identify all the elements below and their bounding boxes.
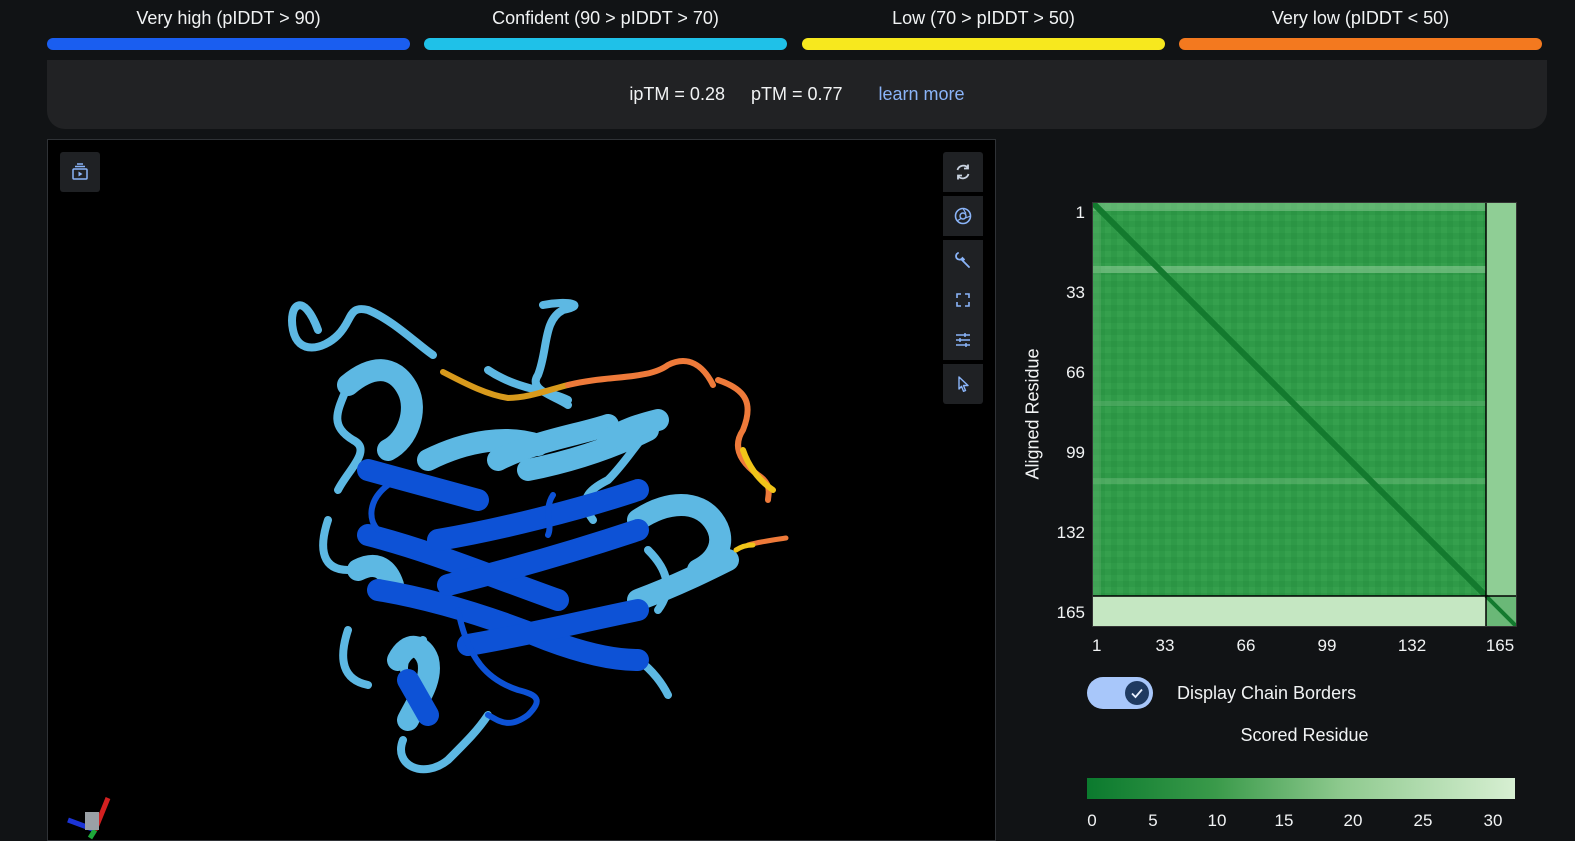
score-banner: ipTM = 0.28 pTM = 0.77 learn more [47, 60, 1547, 129]
pae-colorbar [1087, 778, 1515, 799]
legend-very-high: Very high (pIDDT > 90) [47, 0, 410, 50]
settings-wrench-button[interactable] [943, 240, 983, 280]
pae-heatmap[interactable] [1092, 202, 1517, 627]
screenshot-icon [954, 207, 972, 225]
y-tick: 165 [1056, 603, 1085, 622]
colorbar-tick: 30 [1483, 811, 1503, 830]
legend-label: Low (70 > pIDDT > 50) [892, 8, 1075, 28]
x-tick: 132 [1397, 636, 1427, 655]
ptm-score: pTM = 0.77 [750, 84, 843, 104]
controls-icon [956, 333, 970, 347]
reset-rotation-icon [956, 164, 970, 180]
colorbar-tick: 5 [1148, 811, 1158, 830]
y-tick: 33 [1066, 283, 1085, 302]
protein-structure[interactable] [48, 140, 996, 841]
wrench-icon [955, 252, 970, 268]
y-tick: 132 [1056, 523, 1085, 542]
chain-borders-row: Display Chain Borders [1087, 677, 1356, 709]
screenshot-button[interactable] [943, 196, 983, 236]
colorbar-tick: 15 [1274, 811, 1294, 830]
controls-button[interactable] [943, 320, 983, 360]
y-tick: 1 [1075, 203, 1085, 222]
sequence-play-icon [72, 163, 88, 180]
y-tick: 66 [1066, 363, 1085, 382]
learn-more-link[interactable]: learn more [879, 84, 965, 105]
checkmark-icon [1131, 688, 1143, 699]
legend-color-bar [424, 38, 787, 50]
legend-label: Very high (pIDDT > 90) [136, 8, 321, 28]
x-tick: 165 [1485, 636, 1515, 655]
pae-panel: Aligned Residue 1 33 66 99 132 165 1 33 … [1005, 139, 1575, 841]
fullscreen-icon [956, 293, 970, 307]
structure-viewer[interactable] [47, 139, 996, 841]
colorbar-tick: 20 [1343, 811, 1363, 830]
legend-very-low: Very low (pIDDT < 50) [1179, 0, 1542, 50]
x-tick: 99 [1317, 636, 1337, 655]
legend-label: Very low (pIDDT < 50) [1271, 8, 1450, 28]
x-tick: 33 [1155, 636, 1175, 655]
orientation-axes-icon [67, 797, 111, 840]
chain-borders-toggle[interactable] [1087, 677, 1153, 709]
sequence-play-button[interactable] [60, 152, 100, 192]
legend-confident: Confident (90 > pIDDT > 70) [424, 0, 787, 50]
toggle-knob [1125, 681, 1149, 705]
x-axis-label: Scored Residue [1240, 725, 1369, 745]
cursor-icon [958, 376, 969, 392]
x-tick: 66 [1236, 636, 1256, 655]
plddt-legend: Very high (pIDDT > 90) Confident (90 > p… [47, 0, 1547, 52]
select-cursor-button[interactable] [943, 364, 983, 404]
chain-borders-label: Display Chain Borders [1177, 682, 1357, 703]
y-tick: 99 [1066, 443, 1085, 462]
legend-color-bar [802, 38, 1165, 50]
iptm-score: ipTM = 0.28 [629, 84, 725, 104]
colorbar-tick: 25 [1413, 811, 1433, 830]
legend-color-bar [47, 38, 410, 50]
x-tick: 1 [1092, 636, 1102, 655]
fullscreen-button[interactable] [943, 280, 983, 320]
colorbar-tick: 10 [1207, 811, 1227, 830]
legend-label: Confident (90 > pIDDT > 70) [492, 8, 719, 28]
legend-color-bar [1179, 38, 1542, 50]
reset-rotation-button[interactable] [943, 152, 983, 192]
legend-low: Low (70 > pIDDT > 50) [802, 0, 1165, 50]
colorbar-tick: 0 [1087, 811, 1097, 830]
viewer-toolbar [943, 152, 983, 404]
